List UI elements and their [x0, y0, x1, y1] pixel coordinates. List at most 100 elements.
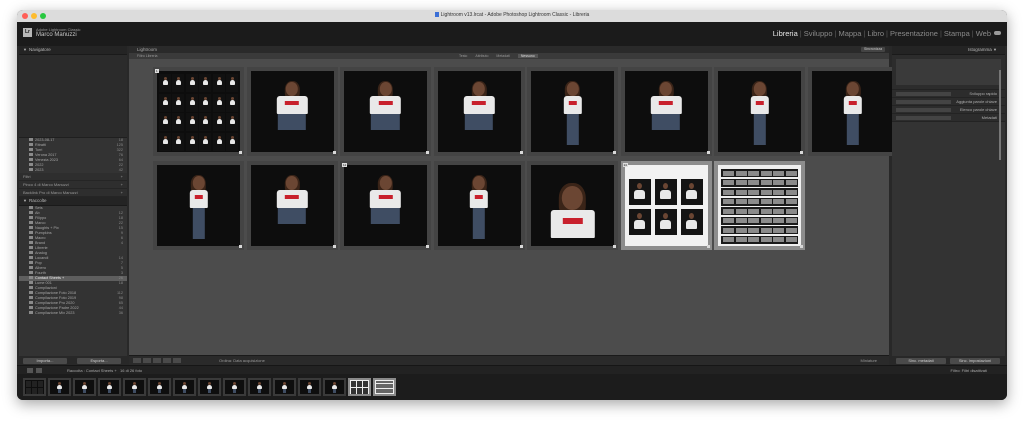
add-icon[interactable]: + — [121, 181, 123, 188]
histogram-header[interactable]: Istogramma ▼ — [892, 46, 1005, 55]
subject-jeans — [753, 114, 766, 146]
subject-tshirt — [633, 190, 645, 199]
collection-item[interactable]: Compilazione Mix 2023 36 — [19, 311, 127, 316]
right-section-header[interactable]: Elenco parole chiave — [892, 106, 1005, 114]
lightroom-logo-icon: Lr — [23, 28, 32, 37]
right-panel-scrollbar[interactable] — [999, 70, 1001, 160]
filmstrip-thumb[interactable] — [348, 378, 371, 396]
filmstrip-thumb[interactable] — [48, 378, 71, 396]
sheet-frame — [185, 132, 198, 151]
grid-cell[interactable] — [433, 67, 525, 156]
filmstrip-thumb[interactable] — [23, 378, 46, 396]
filmstrip — [17, 374, 1007, 400]
filter-option-attributo[interactable]: Attributo — [475, 54, 488, 58]
grid-cell[interactable] — [620, 67, 712, 156]
survey-view-button[interactable] — [163, 358, 171, 363]
grid-view-button[interactable] — [133, 358, 141, 363]
grid-cell[interactable]: 1 — [153, 67, 244, 156]
folder-icon — [29, 143, 33, 146]
filter-option-nessuno[interactable]: Nessuno — [517, 54, 538, 58]
preset-dropdown[interactable] — [896, 99, 951, 104]
right-section-header[interactable]: Sviluppo rapido — [892, 90, 1005, 98]
filmstrip-thumb[interactable] — [148, 378, 171, 396]
grid-thumbnail — [157, 165, 240, 246]
module-presentazione[interactable]: Presentazione — [890, 29, 938, 38]
filter-option-metadati[interactable]: Metadati — [496, 54, 509, 58]
grid-cell[interactable] — [153, 161, 244, 250]
film-frame — [723, 227, 734, 233]
folder-label: Torri — [35, 148, 43, 152]
portrait-subject — [835, 80, 871, 150]
secondary-window-button[interactable] — [27, 368, 33, 373]
panel-subheader[interactable]: Pinco 4 di Marco Manuzzi + — [19, 181, 127, 189]
grid-cell[interactable] — [246, 161, 338, 250]
navigator-header[interactable]: ▼ Navigatore — [19, 46, 127, 55]
filmstrip-image — [225, 380, 244, 394]
grid-cell[interactable] — [527, 67, 618, 156]
filmstrip-thumb[interactable] — [223, 378, 246, 396]
module-web[interactable]: Web — [976, 29, 991, 38]
tshirt-logo — [378, 101, 393, 106]
filmstrip-thumb[interactable] — [73, 378, 96, 396]
module-stampa[interactable]: Stampa — [944, 29, 970, 38]
sync-settings-button[interactable]: Sinc. impostazioni — [950, 358, 1000, 364]
panel-subheader[interactable]: Filtri + — [19, 173, 127, 181]
add-icon[interactable]: + — [121, 173, 123, 180]
filmstrip-thumb[interactable] — [323, 378, 346, 396]
preset-dropdown[interactable] — [896, 91, 951, 96]
export-button[interactable]: Esporta... — [77, 358, 121, 364]
people-view-button[interactable] — [173, 358, 181, 363]
module-sviluppo[interactable]: Sviluppo — [804, 29, 833, 38]
grid-cell[interactable] — [527, 161, 618, 250]
grid-cell[interactable] — [807, 67, 899, 156]
filmstrip-thumb[interactable] — [98, 378, 121, 396]
film-frame — [785, 199, 797, 204]
collection-icon — [29, 266, 33, 269]
grid-cell[interactable] — [433, 161, 525, 250]
filmstrip-thumb[interactable] — [373, 378, 396, 396]
filmstrip-thumb[interactable] — [273, 378, 296, 396]
add-icon[interactable]: + — [121, 189, 123, 196]
grid-cell[interactable] — [714, 67, 805, 156]
grid-thumbnail — [250, 71, 334, 152]
filmstrip-thumb[interactable] — [298, 378, 321, 396]
metadata-badge-icon — [706, 151, 710, 154]
module-libreria[interactable]: Libreria — [773, 29, 798, 38]
navigator-preview[interactable] — [19, 55, 127, 138]
import-button[interactable]: Importa... — [23, 358, 67, 364]
sheet-frame — [172, 113, 185, 131]
thumbnail-size-label[interactable]: Miniature — [861, 357, 877, 364]
cloud-sync-icon[interactable] — [994, 31, 1001, 35]
collections-header[interactable]: ▼ Raccolte — [19, 197, 127, 206]
sync-button[interactable]: Sincronizza — [861, 47, 885, 52]
module-mappa[interactable]: Mappa — [838, 29, 861, 38]
metadata-badge-icon — [332, 151, 336, 154]
grid-cell[interactable] — [340, 67, 431, 156]
module-libro[interactable]: Libro — [867, 29, 884, 38]
compare-view-button[interactable] — [153, 358, 161, 363]
cell-index-badge: 1 — [155, 69, 159, 73]
grid-cell[interactable] — [246, 67, 338, 156]
filmstrip-thumb[interactable] — [248, 378, 271, 396]
right-section-header[interactable]: Metadati — [892, 114, 1005, 122]
module-separator: | — [799, 29, 802, 38]
panel-subheader[interactable]: Backlink Pro di Marco Manuzzi + — [19, 189, 127, 197]
sync-metadata-button[interactable]: Sinc. metadati — [896, 358, 946, 364]
filmstrip-thumb[interactable] — [198, 378, 221, 396]
loupe-view-button[interactable] — [143, 358, 151, 363]
filmstrip-filter[interactable]: Filtro: Filtri disattivati — [951, 367, 987, 374]
right-section-header[interactable]: Aggiunta parole chiave — [892, 98, 1005, 106]
filmstrip-source[interactable]: Raccolta : Contact Sheets + 16 di 26 fot… — [67, 367, 142, 374]
filter-option-testo[interactable]: Testo — [459, 54, 467, 58]
sort-control[interactable]: Ordina: Data acquisizione — [219, 357, 265, 364]
filmstrip-thumb[interactable] — [173, 378, 196, 396]
film-frame — [773, 237, 784, 242]
subject-face — [379, 176, 392, 190]
preset-dropdown[interactable] — [896, 115, 951, 120]
filmstrip-thumb[interactable] — [123, 378, 146, 396]
grid-cell[interactable]: 11 — [340, 161, 431, 250]
grid-cell[interactable] — [714, 161, 805, 250]
preset-dropdown[interactable] — [896, 107, 951, 112]
grid-cell[interactable]: 14 — [620, 161, 712, 250]
main-window-button[interactable] — [36, 368, 42, 373]
